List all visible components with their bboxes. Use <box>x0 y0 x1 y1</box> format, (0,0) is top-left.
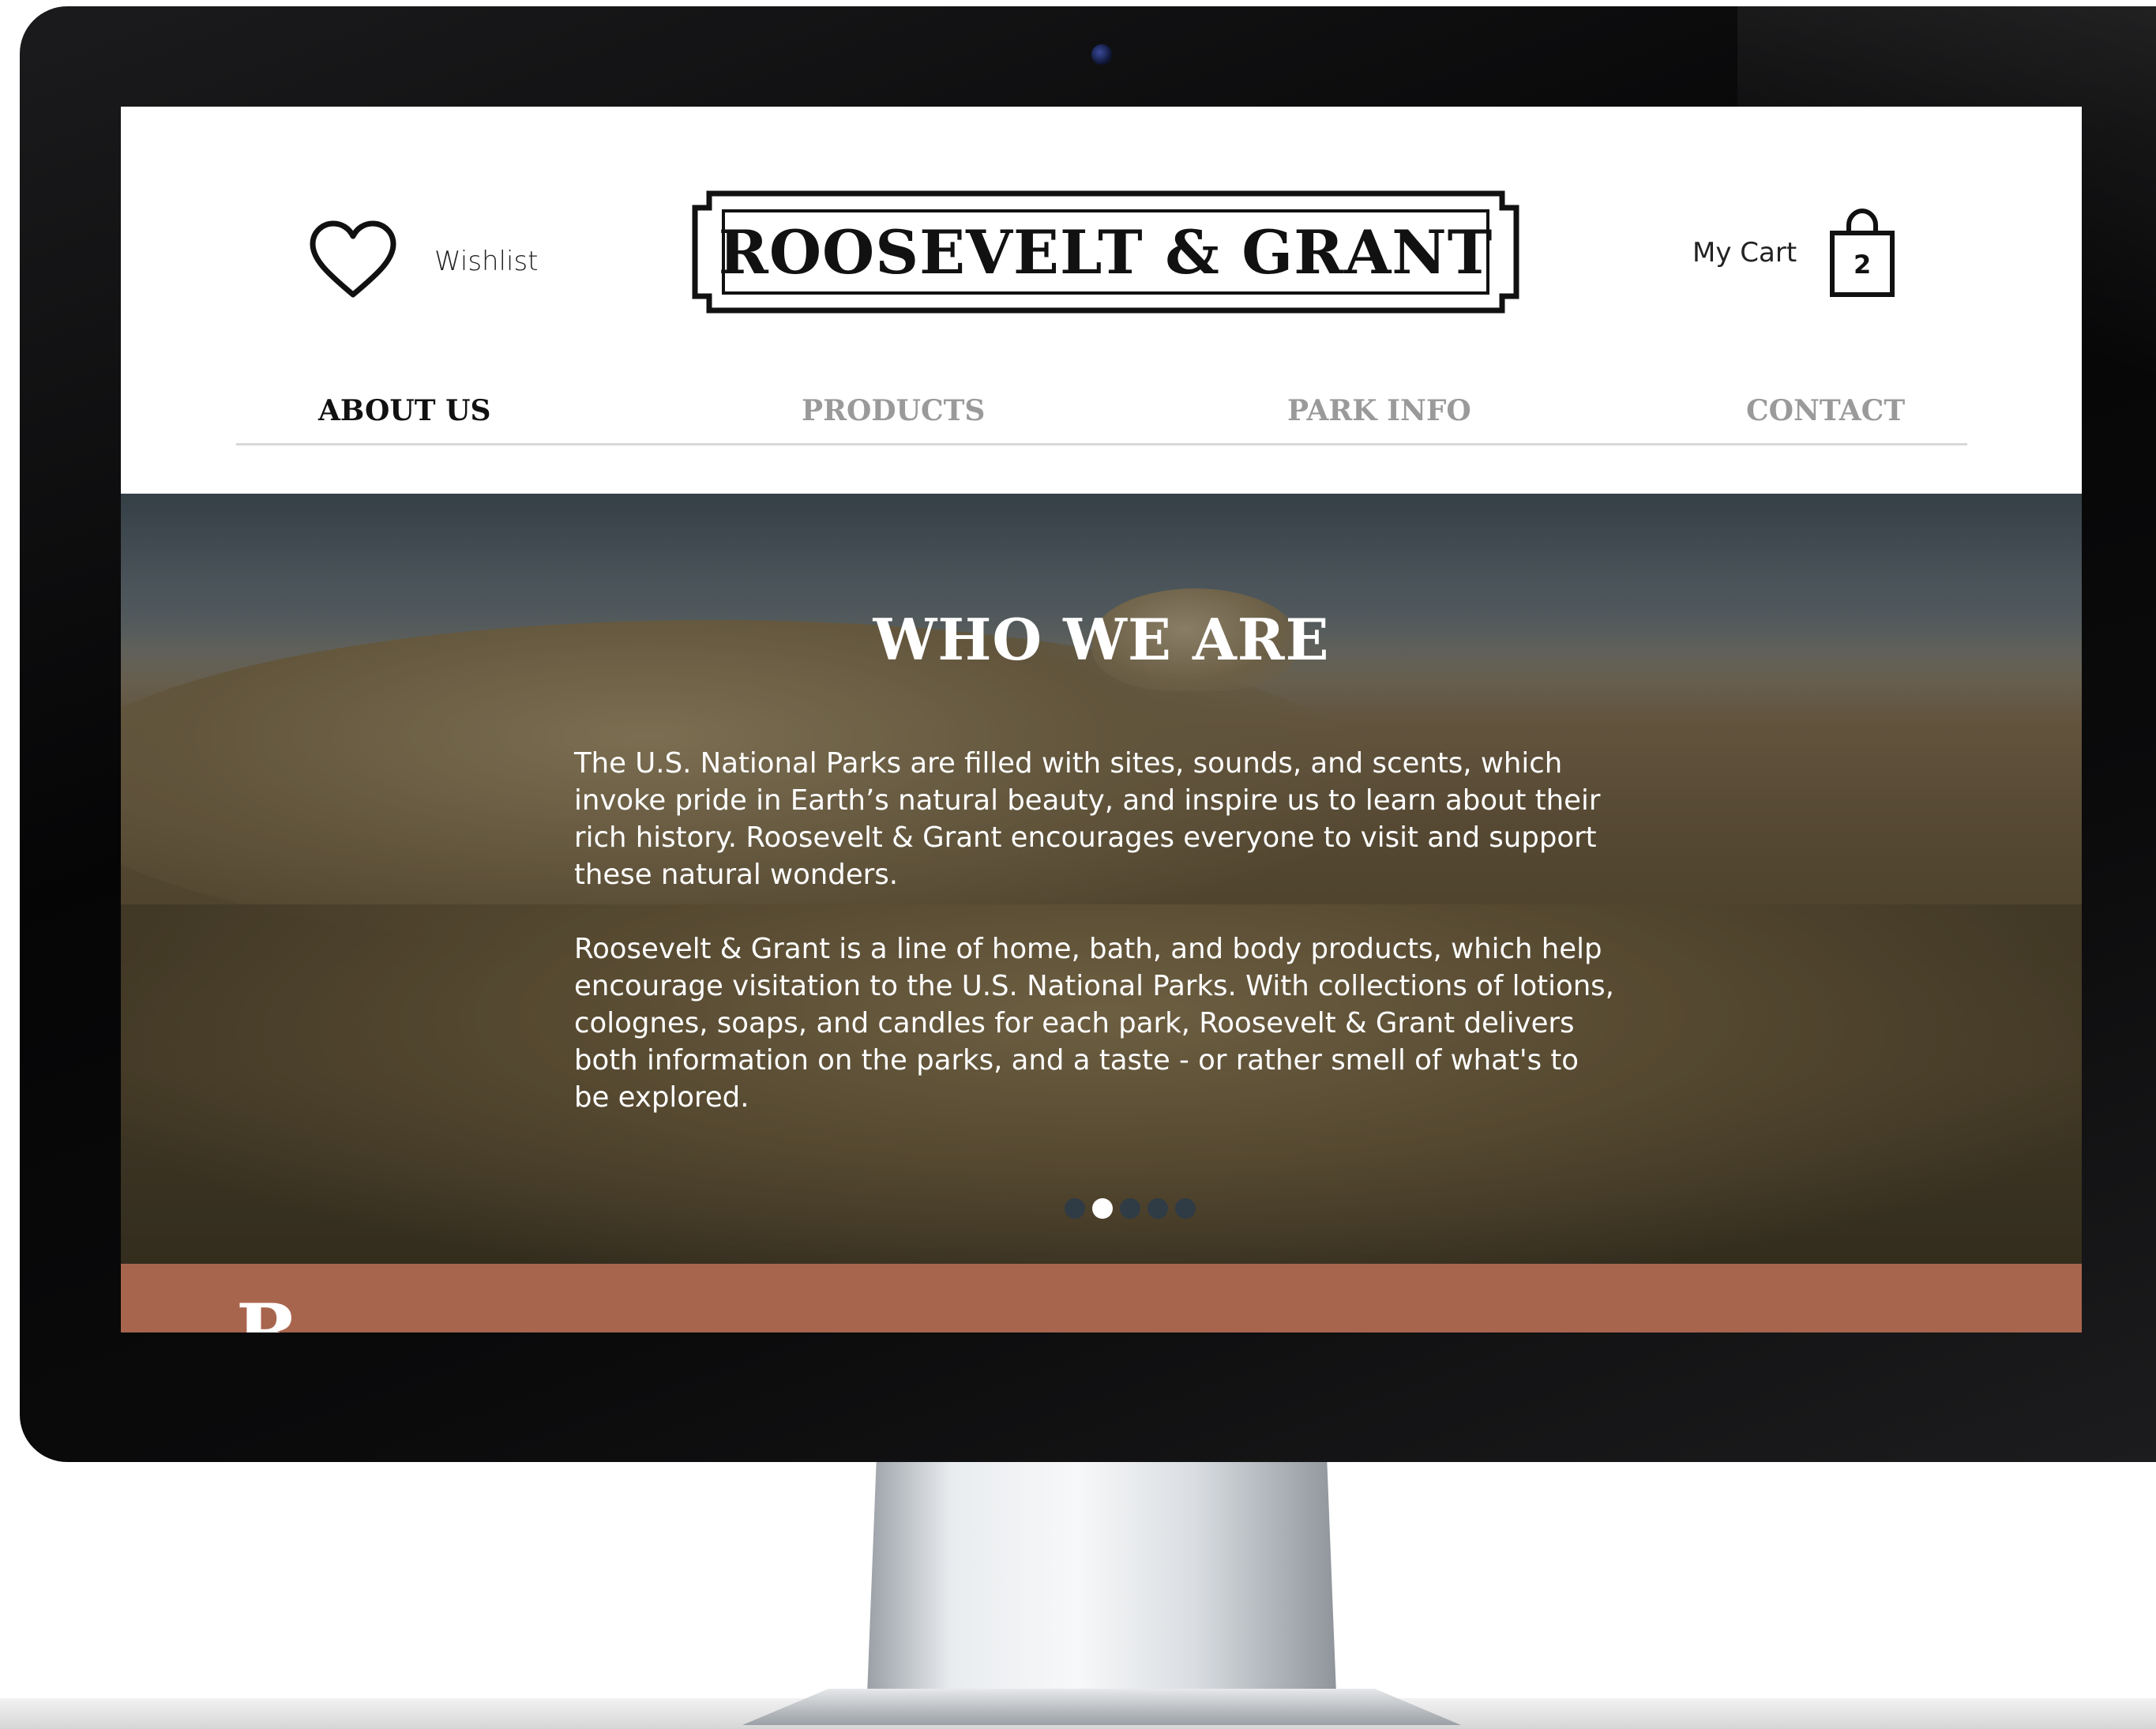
monitor-stand <box>867 1457 1336 1694</box>
cart-count-badge: 2 <box>1854 250 1872 280</box>
main-nav: ABOUT US PRODUCTS PARK INFO CONTACT <box>236 383 1967 445</box>
brand-logo[interactable]: ROOSEVELT & GRANT <box>692 190 1519 314</box>
wishlist-link[interactable]: Wishlist <box>306 219 539 304</box>
cart-link[interactable]: My Cart 2 <box>1692 208 1896 298</box>
carousel-dots <box>1065 1198 1196 1219</box>
logo-text: ROOSEVELT & GRANT <box>718 216 1493 288</box>
carousel-dot[interactable] <box>1147 1198 1168 1219</box>
nav-item-park-info[interactable]: PARK INFO <box>1287 383 1471 438</box>
carousel-dot[interactable] <box>1175 1198 1196 1219</box>
carousel-dot-active[interactable] <box>1092 1198 1113 1219</box>
hero-section: WHO WE ARE The U.S. National Parks are f… <box>121 494 2082 1264</box>
website-screen: Wishlist ROOSEVELT & GRANT My Cart 2 ABO <box>121 107 2082 1332</box>
shopping-bag-icon: 2 <box>1828 208 1896 298</box>
hero-paragraph: The U.S. National Parks are filled with … <box>574 747 1601 891</box>
camera-icon <box>1091 44 1112 65</box>
hero-paragraph: Roosevelt & Grant is a line of home, bat… <box>574 933 1614 1114</box>
carousel-dot[interactable] <box>1120 1198 1140 1219</box>
heart-icon <box>306 219 400 304</box>
next-section-heading: R <box>236 1287 299 1332</box>
wishlist-label: Wishlist <box>434 246 539 277</box>
hero-copy: The U.S. National Parks are filled with … <box>574 745 1617 1153</box>
nav-item-contact[interactable]: CONTACT <box>1746 383 1905 438</box>
nav-item-products[interactable]: PRODUCTS <box>802 383 985 438</box>
stage: Wishlist ROOSEVELT & GRANT My Cart 2 ABO <box>0 0 2156 1729</box>
next-section-strip: R <box>121 1264 2082 1332</box>
carousel-dot[interactable] <box>1065 1198 1085 1219</box>
cart-label: My Cart <box>1692 237 1797 269</box>
monitor-stand-base <box>742 1689 1461 1725</box>
nav-item-about-us[interactable]: ABOUT US <box>318 383 491 438</box>
hero-title: WHO WE ARE <box>873 606 1330 673</box>
